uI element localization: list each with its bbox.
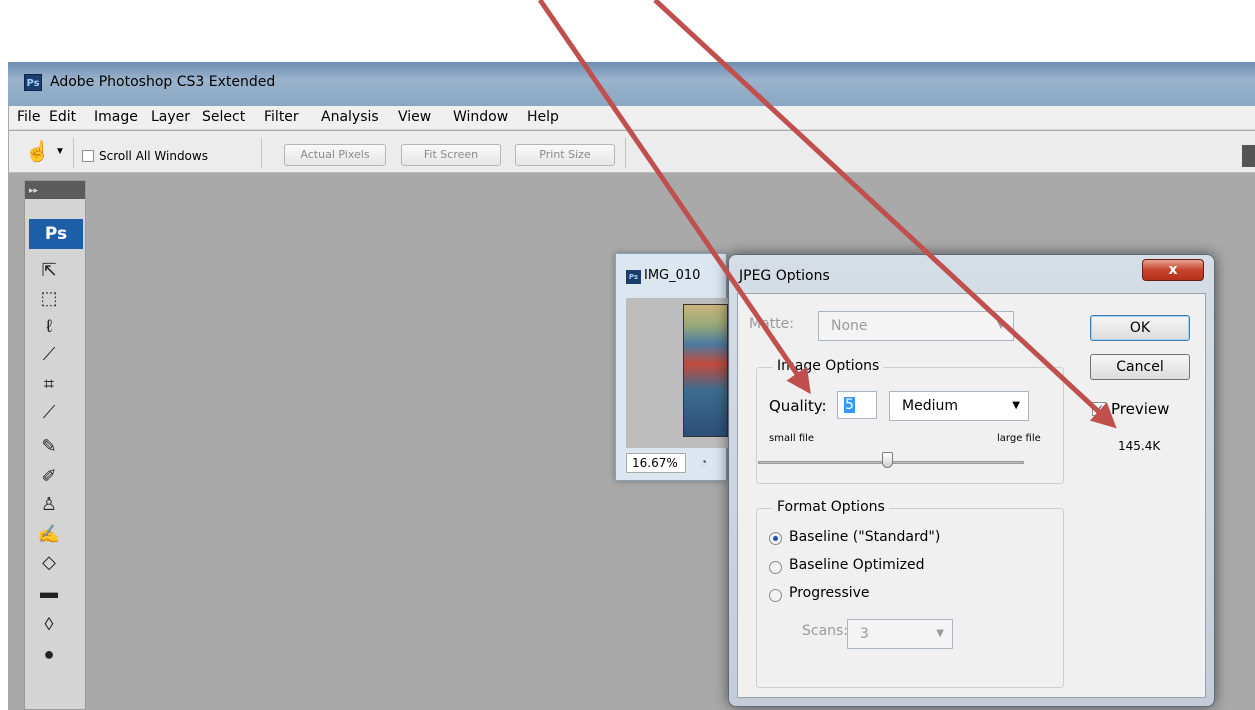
chevron-down-icon[interactable]: ▼ <box>55 146 65 157</box>
chevron-down-icon: ▼ <box>1012 400 1020 411</box>
scans-label: Scans: <box>802 623 849 639</box>
quality-preset-dropdown[interactable]: Medium ▼ <box>889 391 1029 421</box>
menu-image[interactable]: Image <box>94 109 138 125</box>
menu-edit[interactable]: Edit <box>49 109 76 125</box>
window-title: Adobe Photoshop CS3 Extended <box>50 74 276 90</box>
photoshop-logo-icon: Ps <box>24 74 42 91</box>
image-options-group: Image Options Quality: 5 Medium ▼ small … <box>756 358 1064 484</box>
menu-window[interactable]: Window <box>453 109 508 125</box>
baseline-optimized-radio[interactable] <box>769 561 782 574</box>
menu-view[interactable]: View <box>398 109 431 125</box>
fit-screen-button[interactable]: Fit Screen <box>401 144 501 166</box>
menu-bar: File Edit Image Layer Select Filter Anal… <box>9 106 1255 130</box>
scans-value: 3 <box>860 626 869 642</box>
menu-filter[interactable]: Filter <box>264 109 299 125</box>
matte-value: None <box>831 318 868 334</box>
scroll-all-windows-label: Scroll All Windows <box>99 149 208 163</box>
clone-stamp-tool-icon[interactable]: ♙ <box>35 491 63 517</box>
jpeg-options-dialog: JPEG Options x Matte: None ▼ Image Optio… <box>728 254 1215 707</box>
menu-select[interactable]: Select <box>202 109 245 125</box>
matte-label: Matte: <box>749 316 794 332</box>
zoom-level[interactable]: 16.67% <box>626 453 686 473</box>
print-size-button[interactable]: Print Size <box>515 144 615 166</box>
photoshop-badge-icon[interactable]: Ps <box>29 219 83 249</box>
document-window: Ps IMG_010 16.67% ◔ <box>615 253 728 481</box>
lasso-tool-icon[interactable]: ℓ <box>35 313 63 339</box>
separator <box>625 138 626 168</box>
hand-tool-icon[interactable]: ☝ <box>25 139 50 164</box>
matte-dropdown: None ▼ <box>818 311 1014 341</box>
crop-tool-icon[interactable]: ⌗ <box>35 371 63 397</box>
baseline-optimized-label[interactable]: Baseline Optimized <box>789 557 924 573</box>
title-bar: Ps Adobe Photoshop CS3 Extended <box>8 62 1255 106</box>
scans-dropdown: 3 ▼ <box>847 619 953 649</box>
large-file-label: large file <box>997 433 1041 444</box>
progressive-label[interactable]: Progressive <box>789 585 870 601</box>
image-options-legend: Image Options <box>773 358 884 374</box>
cancel-button[interactable]: Cancel <box>1090 354 1190 380</box>
options-bar: ☝ ▼ Scroll All Windows Actual Pixels Fit… <box>9 131 1255 173</box>
magic-wand-tool-icon[interactable]: ⟋ <box>35 341 63 367</box>
dialog-client-area: Matte: None ▼ Image Options Quality: 5 M… <box>737 293 1206 698</box>
close-button[interactable]: x <box>1142 259 1204 281</box>
photoshop-file-icon: Ps <box>626 270 641 284</box>
toolbox: ▸▸ Ps ⇱ ⬚ ℓ ⟋ ⌗ ⟋ ✎ ✐ ♙ ✍ ◇ ▬ ◊ ● <box>24 180 86 710</box>
quality-preset-value: Medium <box>902 398 958 414</box>
quality-value: 5 <box>844 397 855 413</box>
format-options-legend: Format Options <box>773 499 889 515</box>
blur-tool-icon[interactable]: ◊ <box>35 611 63 637</box>
baseline-standard-label[interactable]: Baseline ("Standard") <box>789 529 940 545</box>
preview-label[interactable]: Preview <box>1111 400 1169 418</box>
eraser-tool-icon[interactable]: ◇ <box>35 549 63 575</box>
quality-slider-thumb[interactable] <box>882 452 893 468</box>
brush-tool-icon[interactable]: ✐ <box>35 463 63 489</box>
toolbox-header[interactable]: ▸▸ <box>25 181 85 199</box>
progressive-radio[interactable] <box>769 589 782 602</box>
dialog-title: JPEG Options <box>739 268 830 284</box>
baseline-standard-radio[interactable] <box>769 532 782 545</box>
healing-brush-tool-icon[interactable]: ✎ <box>35 433 63 459</box>
menu-file[interactable]: File <box>17 109 40 125</box>
slice-tool-icon[interactable]: ⟋ <box>35 399 63 425</box>
menu-analysis[interactable]: Analysis <box>321 109 379 125</box>
format-options-group: Format Options Baseline ("Standard") Bas… <box>756 499 1064 688</box>
menu-help[interactable]: Help <box>527 109 559 125</box>
quality-label: Quality: <box>769 397 827 415</box>
file-size-readout: 145.4K <box>1118 439 1161 453</box>
status-menu-icon[interactable]: ◔ <box>700 455 707 469</box>
menu-layer[interactable]: Layer <box>151 109 190 125</box>
separator <box>261 138 262 168</box>
marquee-tool-icon[interactable]: ⬚ <box>35 285 63 311</box>
actual-pixels-button[interactable]: Actual Pixels <box>284 144 386 166</box>
small-file-label: small file <box>769 433 815 444</box>
separator <box>73 138 74 168</box>
chevron-down-icon: ▼ <box>936 628 944 639</box>
image-thumbnail <box>683 304 728 437</box>
scroll-all-windows-checkbox[interactable] <box>82 150 94 162</box>
preview-checkbox[interactable]: ✓ <box>1092 402 1106 416</box>
chevron-down-icon: ▼ <box>997 320 1005 331</box>
quality-input[interactable]: 5 <box>837 391 877 419</box>
bridge-icon[interactable] <box>1242 145 1255 167</box>
move-tool-icon[interactable]: ⇱ <box>35 257 63 283</box>
dodge-tool-icon[interactable]: ● <box>35 641 63 667</box>
gradient-tool-icon[interactable]: ▬ <box>35 579 63 605</box>
ok-button[interactable]: OK <box>1090 315 1190 341</box>
document-title[interactable]: IMG_010 <box>644 268 700 283</box>
history-brush-tool-icon[interactable]: ✍ <box>35 521 63 547</box>
